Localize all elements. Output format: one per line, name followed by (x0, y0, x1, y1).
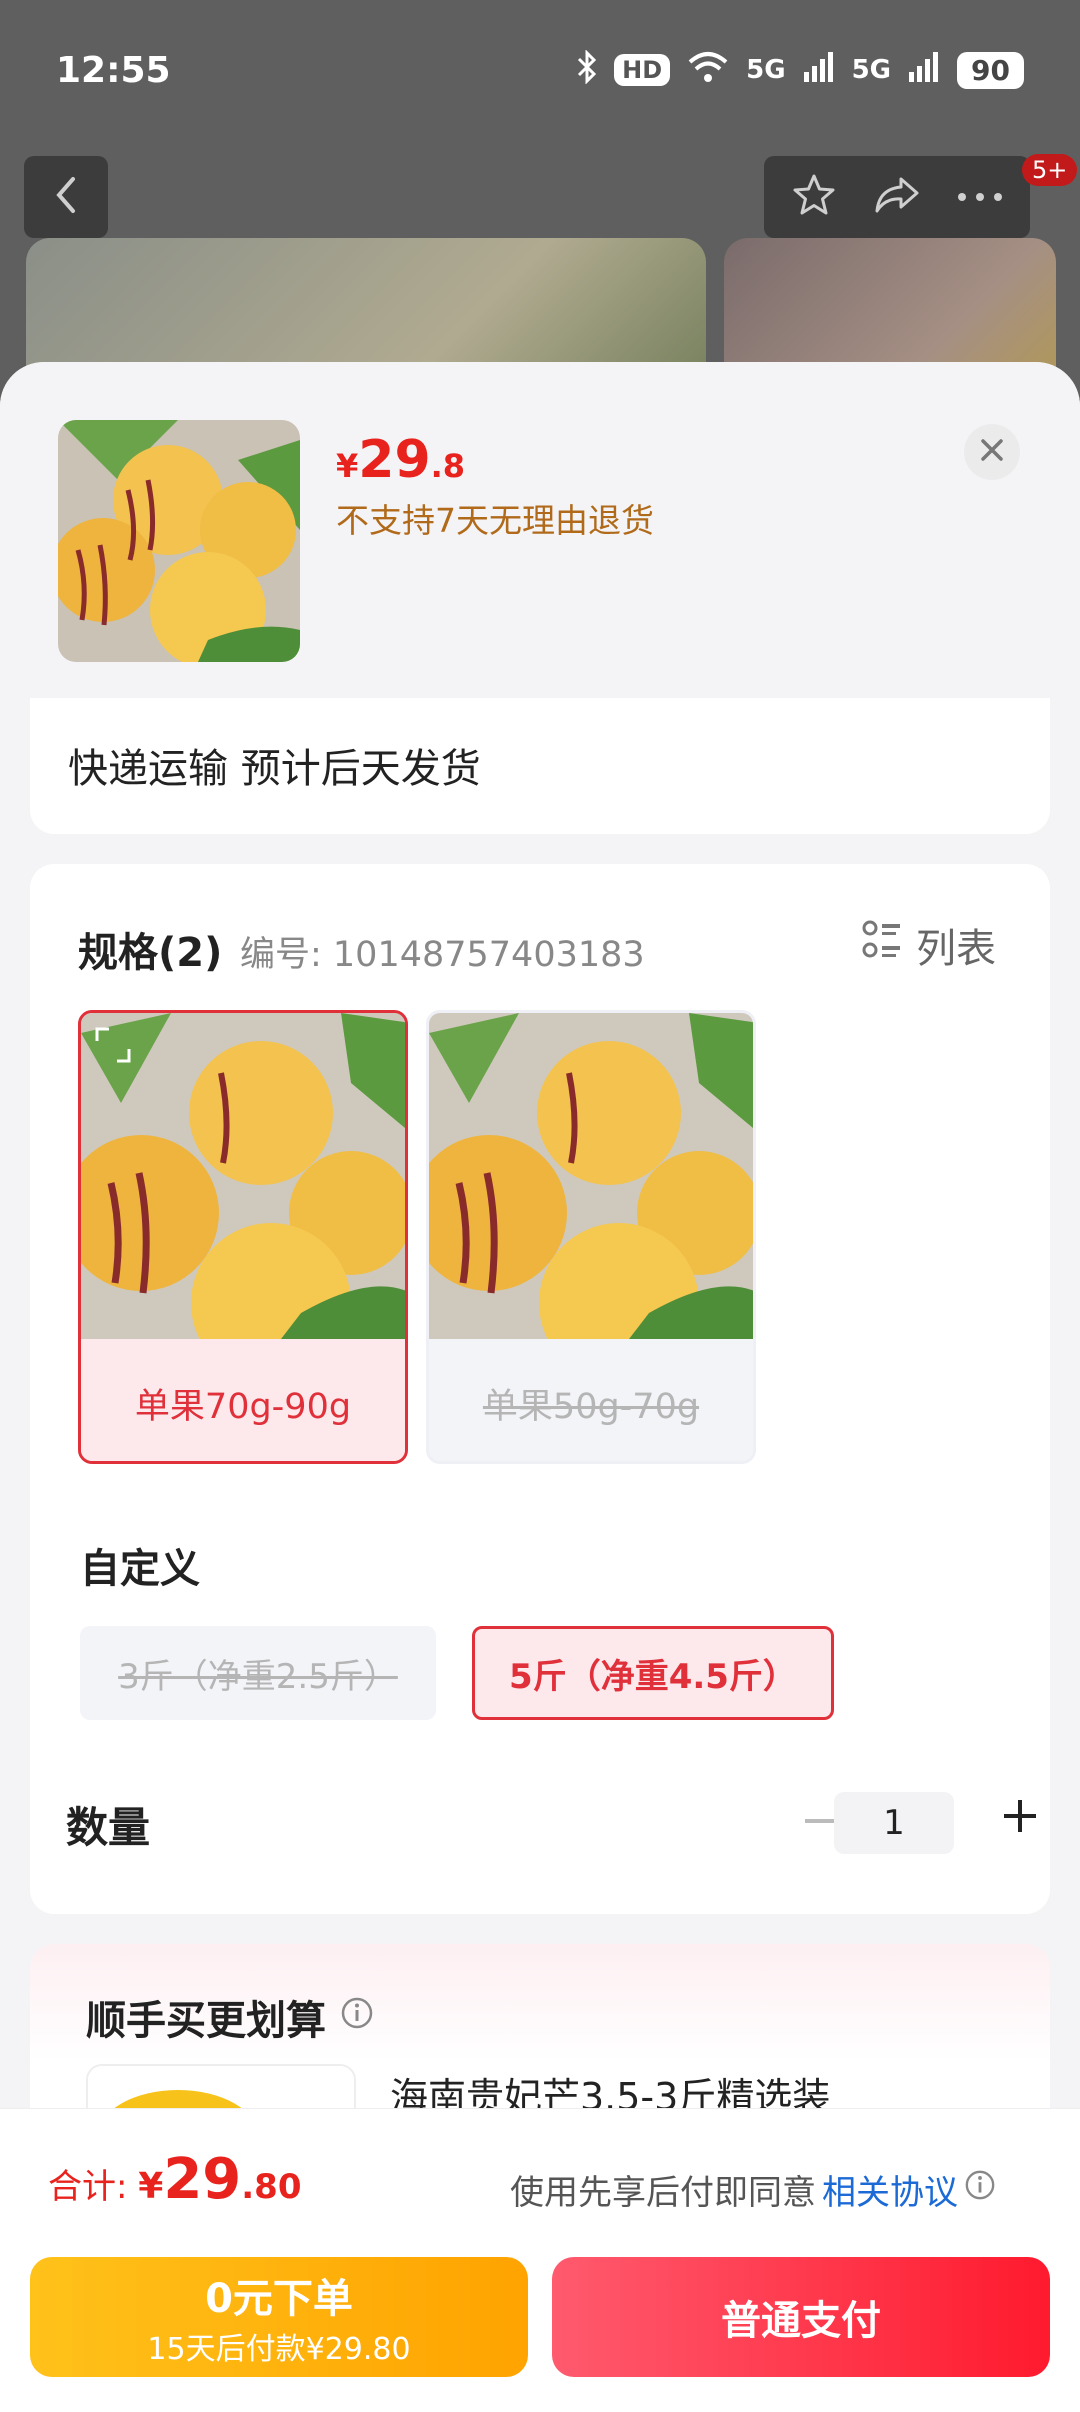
sheet-header: ¥29.8 不支持7天无理由退货 (0, 362, 1080, 692)
minus-icon (805, 1809, 835, 1828)
quantity-title: 数量 (66, 1803, 151, 1852)
signal-2-label: 5G (851, 55, 892, 85)
signal-1-icon (802, 50, 836, 91)
close-icon (980, 438, 1004, 466)
chevron-left-icon (51, 175, 81, 219)
notification-badge: 5+ (1022, 154, 1078, 186)
bluetooth-icon (576, 48, 598, 91)
status-time: 12:55 (56, 49, 171, 91)
status-bar: 12:55 HD 5G 5G 90 (0, 0, 1080, 140)
total-label: 合计: (48, 2167, 139, 2207)
spec-card: 规格(2) 编号: 10148757403183 列表 单果70g-90g 单果… (30, 864, 1050, 1914)
total-decimal: .80 (241, 2167, 302, 2207)
watermark-text: ABC好好学习 (380, 1501, 610, 1545)
wifi-icon (686, 50, 730, 91)
sku-bottom-sheet: ¥29.8 不支持7天无理由退货 快递运输 预计后天发货 规格(2) 编号: 1… (0, 362, 1080, 2412)
expand-icon[interactable] (93, 1025, 133, 1065)
spec-option-label: 单果50g-70g (429, 1339, 753, 1461)
plus-icon (1004, 1800, 1036, 1836)
status-icons: HD 5G 5G 90 (576, 48, 1024, 91)
list-label: 列表 (916, 926, 996, 972)
signal-2-icon (907, 50, 941, 91)
custom-option-5jin[interactable]: 5斤（净重4.5斤） (472, 1626, 834, 1720)
price-currency: ¥ (336, 447, 359, 485)
sku-price: ¥29.8 (336, 430, 465, 490)
checkout-bar: 合计: ¥29.80 使用先享后付即同意 相关协议 0元下单 15天后付款¥29… (0, 2108, 1080, 2412)
top-action-group (764, 156, 1030, 238)
spec-option-label: 单果70g-90g (81, 1339, 405, 1461)
star-icon[interactable] (790, 171, 838, 223)
total-currency: ¥ (138, 2166, 164, 2207)
signal-1-label: 5G (746, 55, 786, 85)
total-integer: 29 (163, 2147, 242, 2212)
close-button[interactable] (964, 424, 1020, 480)
normal-pay-button[interactable]: 普通支付 (552, 2257, 1050, 2377)
product-thumbnail[interactable] (58, 420, 300, 662)
upsell-title: 顺手买更划算 (86, 1988, 374, 2046)
list-icon (862, 920, 902, 970)
battery-indicator: 90 (957, 51, 1024, 89)
quantity-value[interactable]: 1 (834, 1792, 954, 1854)
agreement-text: 使用先享后付即同意 (510, 2173, 816, 2213)
agreement-link[interactable]: 相关协议 (822, 2165, 958, 2214)
price-decimal: .8 (430, 447, 466, 485)
back-button[interactable] (24, 156, 108, 238)
list-view-toggle[interactable]: 列表 (862, 916, 996, 974)
total-price: 合计: ¥29.80 (48, 2147, 302, 2212)
spec-option-image (429, 1013, 753, 1383)
info-icon[interactable] (964, 2169, 996, 2210)
product-code: 编号: 10148757403183 (240, 935, 645, 975)
more-icon[interactable] (956, 188, 1004, 207)
normal-pay-label: 普通支付 (721, 2298, 881, 2344)
shipping-estimate: 快递运输 预计后天发货 (68, 746, 481, 792)
return-policy-note: 不支持7天无理由退货 (336, 501, 654, 540)
pay-later-button[interactable]: 0元下单 15天后付款¥29.80 (30, 2257, 528, 2377)
custom-option-3jin[interactable]: 3斤（净重2.5斤） (80, 1626, 436, 1720)
spec-option-70-90g[interactable]: 单果70g-90g (78, 1010, 408, 1464)
agreement-notice: 使用先享后付即同意 相关协议 (510, 2165, 996, 2214)
quantity-increment-button[interactable] (984, 1782, 1056, 1854)
custom-title: 自定义 (80, 1546, 200, 1592)
pay-later-title: 0元下单 (205, 2276, 353, 2322)
info-icon[interactable] (340, 1994, 374, 2040)
pay-later-subtitle: 15天后付款¥29.80 (147, 2332, 411, 2367)
share-icon[interactable] (871, 171, 923, 223)
hd-icon: HD (614, 54, 671, 86)
spec-option-50-70g[interactable]: 单果50g-70g (426, 1010, 756, 1464)
spec-title: 规格(2) (78, 930, 223, 976)
spec-option-image (81, 1013, 405, 1383)
shipping-card: 快递运输 预计后天发货 (30, 698, 1050, 834)
price-integer: 29 (358, 430, 431, 490)
upsell-title-text: 顺手买更划算 (86, 1998, 326, 2044)
